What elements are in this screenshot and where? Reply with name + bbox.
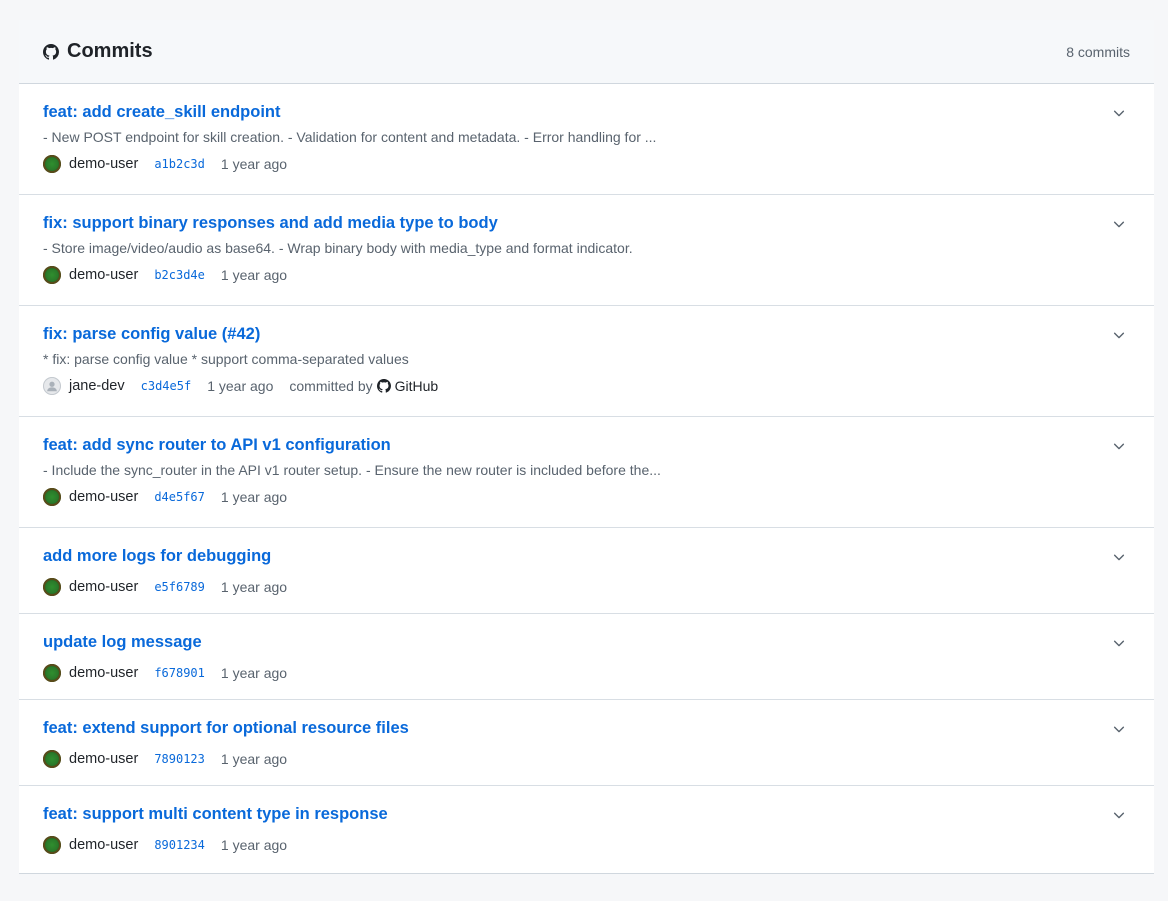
avatar[interactable]: [43, 836, 61, 854]
avatar[interactable]: [43, 377, 61, 395]
commit-sha-link[interactable]: c3d4e5f: [141, 379, 192, 393]
commit-meta: demo-user 7890123 1 year ago: [43, 749, 1130, 769]
page-title: Commits: [67, 40, 153, 62]
commit-item: feat: add create_skill endpoint - New PO…: [19, 84, 1154, 195]
avatar[interactable]: [43, 664, 61, 682]
committer-name[interactable]: GitHub: [395, 378, 439, 394]
commit-time: 1 year ago: [220, 267, 288, 283]
commit-item: fix: support binary responses and add me…: [19, 195, 1154, 306]
commit-meta: demo-user 8901234 1 year ago: [43, 835, 1130, 855]
avatar[interactable]: [43, 578, 61, 596]
commit-description: - New POST endpoint for skill creation. …: [43, 129, 657, 145]
commit-description: - Store image/video/audio as base64. - W…: [43, 240, 633, 256]
chevron-down-icon[interactable]: [1112, 722, 1126, 736]
commit-time: 1 year ago: [220, 665, 288, 681]
commit-meta: demo-user f678901 1 year ago: [43, 663, 1130, 683]
github-icon: [376, 379, 391, 393]
commit-description: * fix: parse config value * support comm…: [43, 351, 409, 367]
committed-by: committed by GitHub: [289, 378, 438, 394]
commit-title-link[interactable]: feat: support multi content type in resp…: [43, 804, 388, 824]
avatar[interactable]: [43, 266, 61, 284]
committed-by-label: committed by: [289, 378, 373, 394]
commit-item: feat: add sync router to API v1 configur…: [19, 417, 1154, 528]
commit-author[interactable]: demo-user: [69, 837, 138, 853]
commit-author[interactable]: demo-user: [69, 665, 138, 681]
avatar[interactable]: [43, 488, 61, 506]
commit-author[interactable]: demo-user: [69, 579, 138, 595]
chevron-down-icon[interactable]: [1112, 808, 1126, 822]
commit-author[interactable]: demo-user: [69, 156, 138, 172]
avatar[interactable]: [43, 155, 61, 173]
commit-title-link[interactable]: feat: extend support for optional resour…: [43, 718, 409, 738]
commit-item: feat: support multi content type in resp…: [19, 786, 1154, 872]
commit-time: 1 year ago: [220, 579, 288, 595]
commit-item: feat: extend support for optional resour…: [19, 700, 1154, 786]
commit-item: update log message demo-user f678901 1 y…: [19, 614, 1154, 700]
chevron-down-icon[interactable]: [1112, 106, 1126, 120]
commit-description: - Include the sync_router in the API v1 …: [43, 462, 661, 478]
chevron-down-icon[interactable]: [1112, 439, 1126, 453]
github-icon: [43, 43, 59, 60]
chevron-down-icon[interactable]: [1112, 217, 1126, 231]
commit-meta: jane-dev c3d4e5f 1 year ago committed by…: [43, 376, 1130, 396]
commits-panel: Commits 8 commits feat: add create_skill…: [19, 20, 1154, 874]
commit-author[interactable]: demo-user: [69, 751, 138, 767]
user-avatar-icon: [47, 381, 57, 392]
commit-sha-link[interactable]: d4e5f67: [154, 490, 205, 504]
commit-meta: demo-user a1b2c3d 1 year ago: [43, 154, 1130, 174]
commit-meta: demo-user b2c3d4e 1 year ago: [43, 265, 1130, 285]
commit-sha-link[interactable]: a1b2c3d: [154, 157, 205, 171]
commit-time: 1 year ago: [220, 489, 288, 505]
commit-author[interactable]: demo-user: [69, 489, 138, 505]
chevron-down-icon[interactable]: [1112, 328, 1126, 342]
commit-title-link[interactable]: feat: add create_skill endpoint: [43, 102, 280, 122]
commit-meta: demo-user e5f6789 1 year ago: [43, 577, 1130, 597]
commit-title-link[interactable]: feat: add sync router to API v1 configur…: [43, 435, 391, 455]
commit-time: 1 year ago: [220, 837, 288, 853]
chevron-down-icon[interactable]: [1112, 636, 1126, 650]
commit-time: 1 year ago: [220, 751, 288, 767]
commit-author[interactable]: jane-dev: [69, 378, 125, 394]
commit-count: 8 commits: [1066, 43, 1130, 60]
commit-title-link[interactable]: add more logs for debugging: [43, 546, 271, 566]
commit-time: 1 year ago: [220, 156, 288, 172]
commits-header: Commits 8 commits: [19, 20, 1154, 84]
commit-meta: demo-user d4e5f67 1 year ago: [43, 487, 1130, 507]
commit-sha-link[interactable]: b2c3d4e: [154, 268, 205, 282]
commit-sha-link[interactable]: 8901234: [154, 838, 205, 852]
avatar[interactable]: [43, 750, 61, 768]
commit-item: add more logs for debugging demo-user e5…: [19, 528, 1154, 614]
commit-author[interactable]: demo-user: [69, 267, 138, 283]
commit-time: 1 year ago: [207, 378, 274, 394]
header-title-group: Commits: [43, 40, 153, 63]
chevron-down-icon[interactable]: [1112, 550, 1126, 564]
commit-item: fix: parse config value (#42) * fix: par…: [19, 306, 1154, 417]
commit-sha-link[interactable]: e5f6789: [154, 580, 205, 594]
commit-title-link[interactable]: update log message: [43, 632, 202, 652]
commit-sha-link[interactable]: 7890123: [154, 752, 205, 766]
commit-title-link[interactable]: fix: parse config value (#42): [43, 324, 260, 344]
commit-title-link[interactable]: fix: support binary responses and add me…: [43, 213, 498, 233]
commit-sha-link[interactable]: f678901: [154, 666, 205, 680]
